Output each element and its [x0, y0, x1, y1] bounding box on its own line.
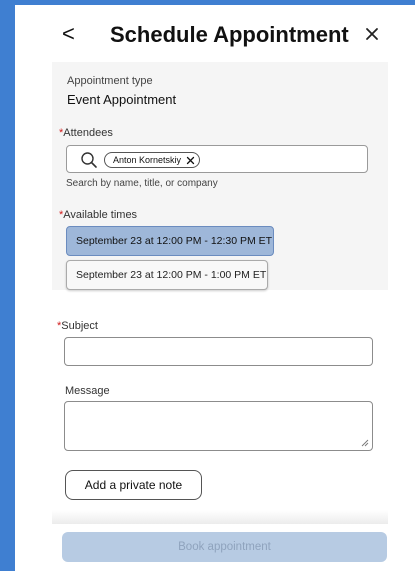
subject-label: *Subject	[57, 320, 98, 332]
close-icon	[366, 28, 378, 40]
attendee-chip[interactable]: Anton Kornetskiy	[104, 152, 201, 168]
window-frame-left	[0, 0, 15, 571]
search-icon	[81, 152, 97, 168]
appointment-type-value: Event Appointment	[67, 92, 177, 107]
available-times-label: *Available times	[59, 209, 137, 221]
close-button[interactable]	[363, 20, 385, 48]
close-icon[interactable]	[186, 156, 195, 165]
subject-label-text: Subject	[61, 320, 98, 332]
message-label: Message	[65, 385, 110, 397]
attendee-chip-label: Anton Kornetskiy	[113, 155, 182, 165]
attendees-search-input[interactable]: Anton Kornetskiy	[66, 145, 368, 173]
subject-input[interactable]	[64, 337, 373, 366]
footer-divider	[52, 510, 388, 524]
add-private-note-button[interactable]: Add a private note	[65, 470, 202, 500]
time-slot-option-selected[interactable]: September 23 at 12:00 PM - 12:30 PM ET	[66, 226, 274, 256]
available-times-label-text: Available times	[63, 209, 138, 221]
time-slot-option[interactable]: September 23 at 12:00 PM - 1:00 PM ET	[66, 260, 268, 290]
book-appointment-button[interactable]: Book appointment	[62, 532, 387, 562]
appointment-type-label: Appointment type	[67, 75, 153, 87]
message-textarea[interactable]	[64, 401, 373, 451]
back-button[interactable]: <	[62, 20, 75, 48]
dialog-title: Schedule Appointment	[110, 22, 349, 47]
attendees-label: *Attendees	[59, 127, 113, 139]
attendees-label-text: Attendees	[63, 127, 113, 139]
resize-handle-icon[interactable]	[361, 439, 369, 447]
attendees-helper-text: Search by name, title, or company	[66, 178, 218, 189]
